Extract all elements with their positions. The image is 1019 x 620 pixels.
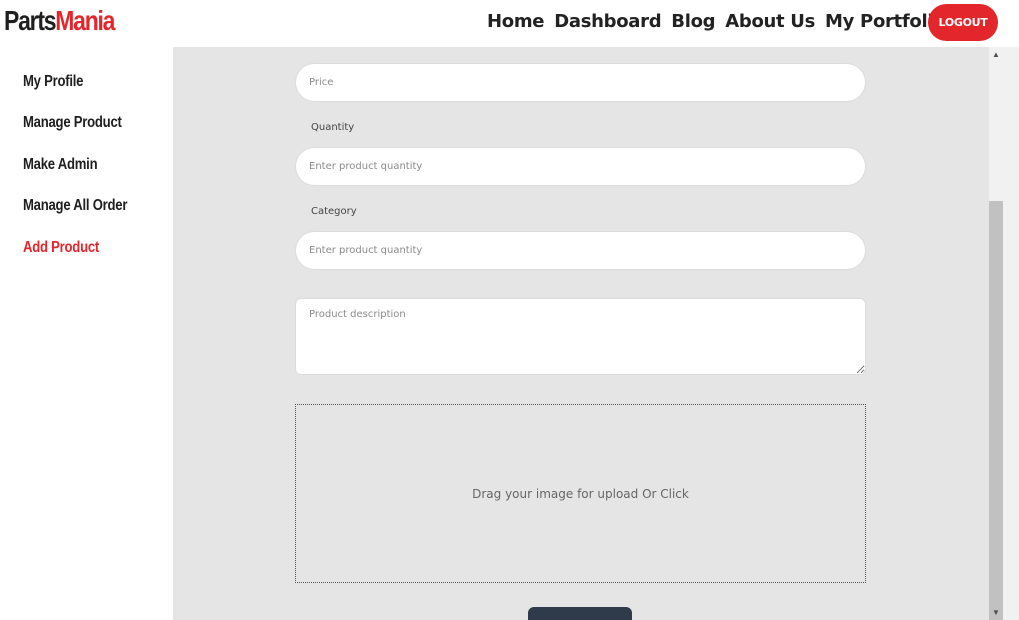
nav-links: Home Dashboard Blog About Us My Portfoli… [487,11,946,32]
submit-button[interactable] [528,607,632,620]
sidebar-item-manage-product[interactable]: Manage Product [23,114,122,132]
sidebar-item-my-profile[interactable]: My Profile [23,73,83,91]
brand-name-part2: Mania [55,5,115,36]
nav-link-about-us[interactable]: About Us [725,11,815,32]
nav-link-dashboard[interactable]: Dashboard [554,11,661,32]
category-label: Category [311,206,357,217]
sidebar-item-manage-all-order[interactable]: Manage All Order [23,197,127,215]
scroll-up-arrow-icon[interactable]: ▲ [989,47,1003,62]
description-textarea[interactable] [295,298,866,375]
quantity-label: Quantity [311,122,355,133]
page-scrollbar[interactable]: ▲ ▼ [989,47,1019,620]
nav-link-blog[interactable]: Blog [671,11,715,32]
dashboard-sidebar: My Profile Manage Product Make Admin Man… [0,47,173,620]
scroll-down-arrow-icon[interactable]: ▼ [989,605,1003,620]
dropzone-text: Drag your image for upload Or Click [472,486,689,501]
category-input[interactable] [295,231,866,270]
sidebar-item-add-product[interactable]: Add Product [23,239,99,257]
sidebar-item-make-admin[interactable]: Make Admin [23,156,98,174]
brand-name-part1: Parts [4,5,57,36]
quantity-input[interactable] [295,147,866,186]
top-navbar: PartsMania Home Dashboard Blog About Us … [0,0,1019,47]
add-product-panel: Quantity Category Drag your image for up… [173,47,989,620]
logout-button[interactable]: LOGOUT [928,4,998,41]
image-upload-dropzone[interactable]: Drag your image for upload Or Click [295,404,866,583]
nav-link-home[interactable]: Home [487,11,545,32]
brand-logo[interactable]: PartsMania [4,5,115,37]
scrollbar-thumb[interactable] [989,201,1003,620]
price-input[interactable] [295,63,866,102]
